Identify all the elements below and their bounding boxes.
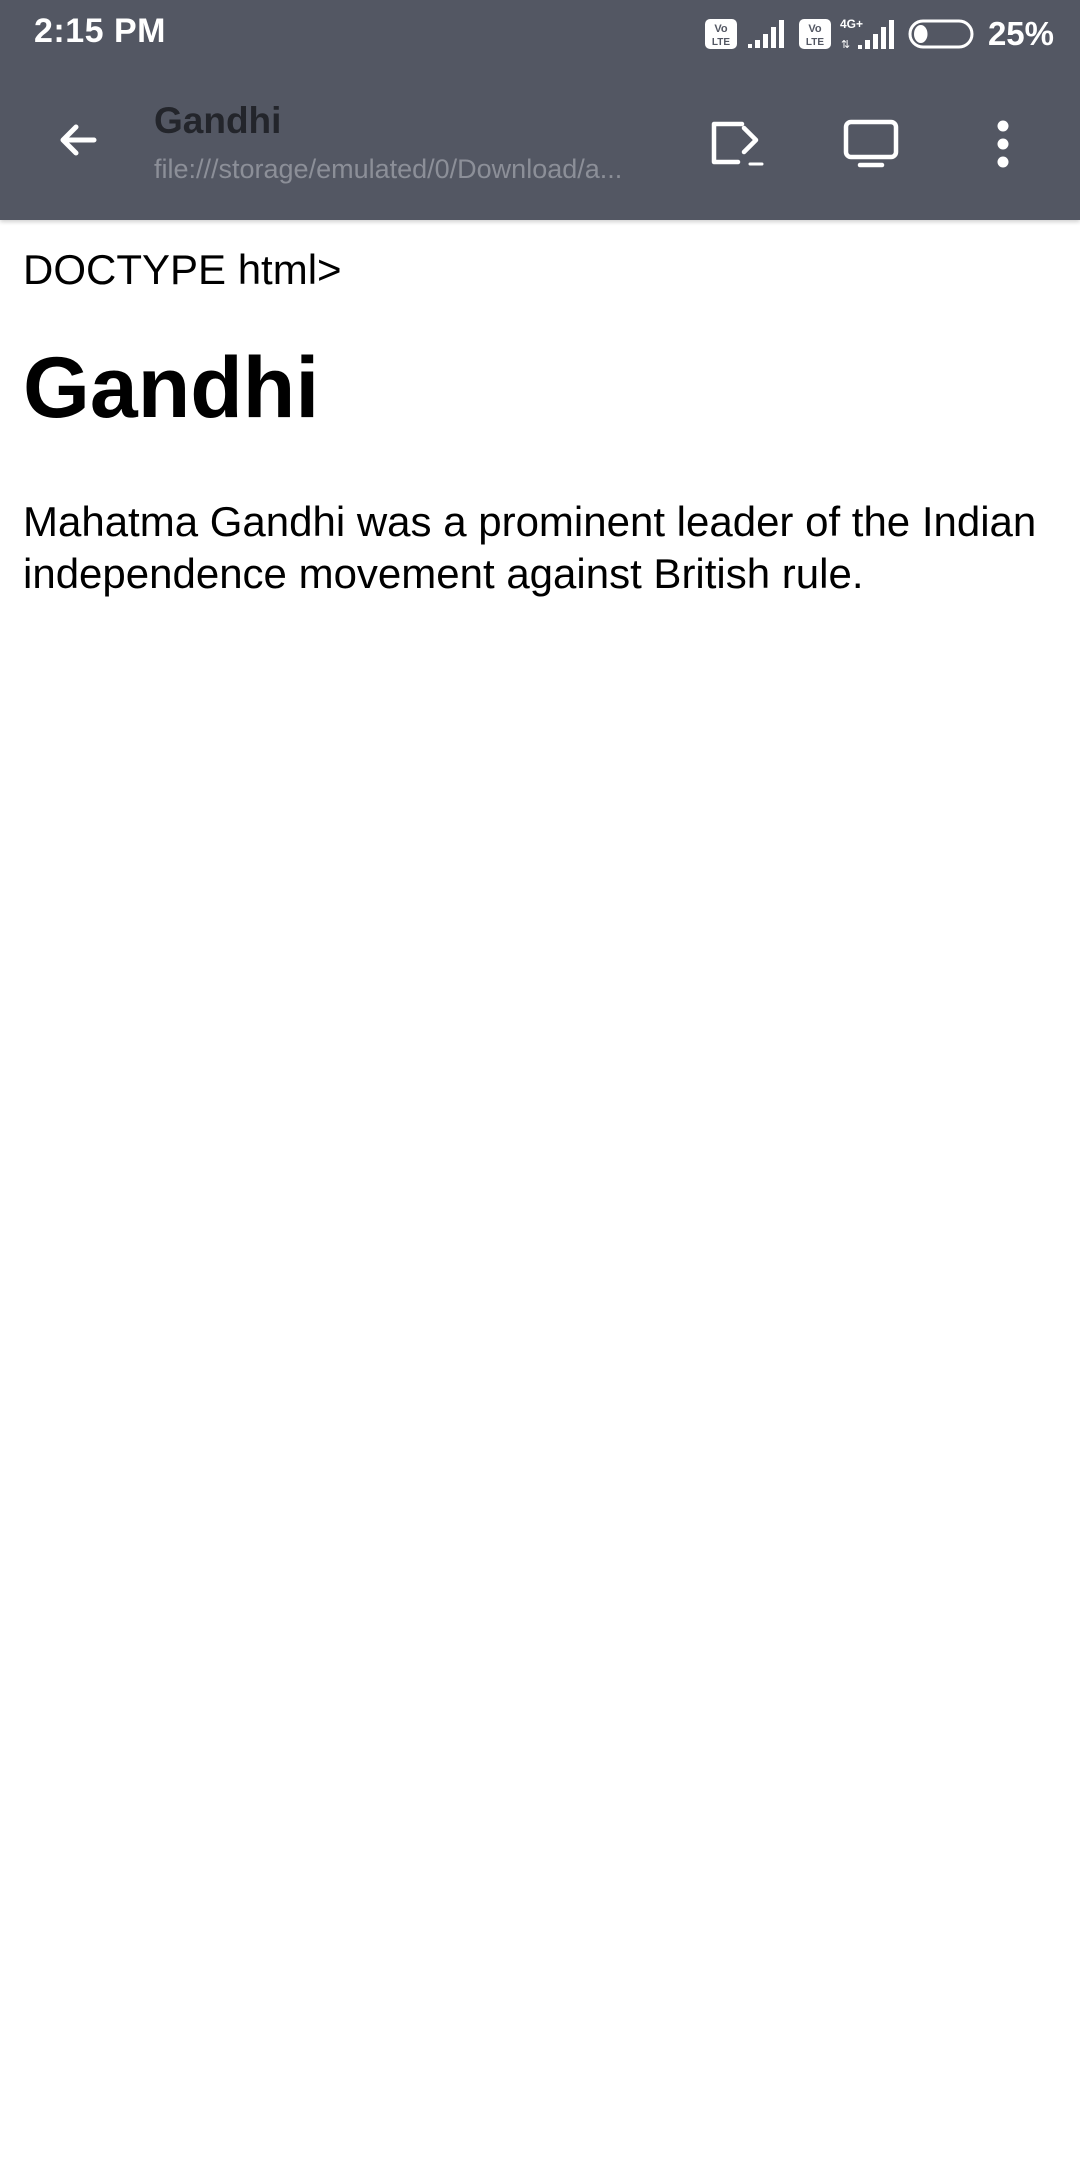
browser-top-bar: 2:15 PM Vo LTE Vo LTE 4G+ ⇅ 25% Gandhi f… — [0, 0, 1080, 220]
volte-sim2-badge-bottom: LTE — [806, 37, 824, 48]
body-paragraph: Mahatma Gandhi was a prominent leader of… — [23, 498, 1037, 597]
desktop-view-icon — [843, 119, 899, 168]
back-button[interactable] — [36, 98, 120, 182]
open-in-app-icon — [711, 121, 764, 166]
title-block[interactable]: Gandhi file:///storage/emulated/0/Downlo… — [154, 100, 674, 185]
signal-sim2-4g-icon: 4G+ ⇅ — [840, 17, 894, 51]
open-in-app-button[interactable] — [700, 106, 778, 182]
svg-text:⇅: ⇅ — [841, 38, 850, 51]
browser-toolbar: Gandhi file:///storage/emulated/0/Downlo… — [0, 66, 1080, 220]
back-arrow-icon — [60, 124, 97, 156]
battery-percent: 25% — [987, 15, 1054, 52]
volte-sim1-badge-bottom: LTE — [712, 37, 730, 48]
desktop-view-button[interactable] — [832, 106, 910, 182]
page-content: DOCTYPE html> Gandhi Mahatma Gandhi was … — [23, 220, 1057, 600]
page-heading: Gandhi — [23, 340, 320, 436]
volte-sim1-badge-top: Vo — [714, 23, 728, 35]
status-icons: Vo LTE Vo LTE 4G+ ⇅ 25% — [696, 14, 1054, 54]
page-url: file:///storage/emulated/0/Download/a... — [154, 154, 623, 184]
status-time: 2:15 PM — [34, 12, 166, 50]
network-type-label: 4G+ — [840, 17, 863, 31]
signal-sim1-icon — [747, 20, 784, 48]
status-bar: 2:15 PM Vo LTE Vo LTE 4G+ ⇅ 25% — [0, 0, 1080, 66]
more-options-button[interactable] — [964, 106, 1042, 182]
volte-sim1-icon: Vo LTE — [704, 19, 737, 49]
page-title: Gandhi — [154, 100, 282, 141]
more-vert-icon — [997, 120, 1009, 168]
doctype-text: DOCTYPE html> — [23, 246, 342, 293]
battery-icon — [908, 19, 974, 49]
volte-sim2-badge-top: Vo — [808, 23, 822, 35]
volte-sim2-icon: Vo LTE — [798, 19, 831, 49]
